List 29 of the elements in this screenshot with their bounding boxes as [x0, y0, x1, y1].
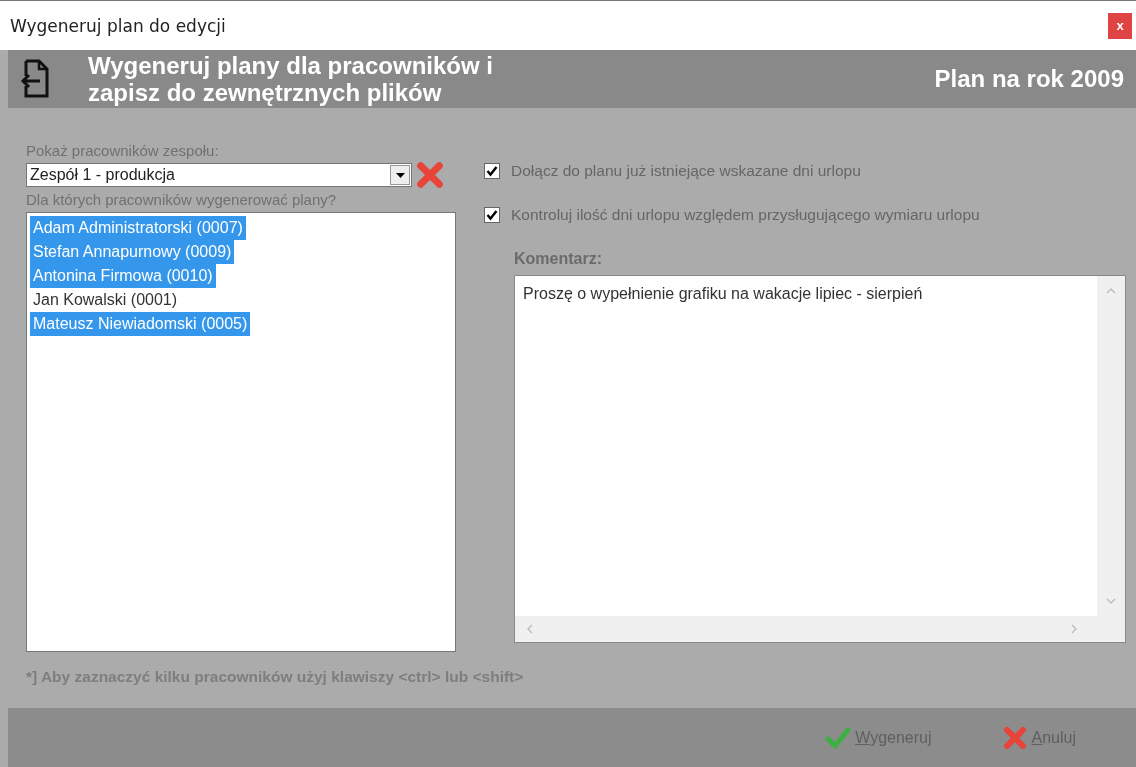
vertical-scrollbar[interactable] — [1097, 276, 1125, 616]
option-label: Kontroluj ilość dni urlopu względem przysługującego wymiaru urlopu — [511, 206, 980, 224]
employee-item[interactable]: Mateusz Niewiadomski (0005) — [30, 312, 251, 336]
window-title: Wygeneruj plan do edycji — [10, 15, 226, 36]
option-label: Dołącz do planu już istniejące wskazane dni urlopu — [511, 162, 861, 180]
scroll-left-icon[interactable] — [527, 624, 533, 634]
comment-label: Komentarz: — [514, 250, 603, 268]
horizontal-scrollbar[interactable] — [515, 616, 1125, 642]
employees-label: Dla których pracowników wygenerować plany? — [26, 191, 338, 209]
employee-item[interactable]: Adam Administratorski (0007) — [30, 216, 246, 240]
comment-field[interactable]: Proszę o wypełnienie grafiku na wakacje lipiec - sierpień — [514, 275, 1126, 643]
close-button[interactable]: x — [1108, 12, 1132, 39]
check-icon — [825, 726, 852, 749]
employee-item[interactable]: Antonina Firmowa (0010) — [30, 264, 216, 288]
scroll-down-icon[interactable] — [1106, 598, 1116, 604]
scroll-up-icon[interactable] — [1106, 288, 1116, 294]
employee-item[interactable]: Stefan Annapurnowy (0009) — [30, 240, 235, 264]
checkbox[interactable] — [484, 207, 500, 223]
team-dropdown[interactable]: Zespół 1 - produkcja — [26, 163, 412, 187]
employee-item[interactable]: Jan Kowalski (0001) — [30, 288, 181, 312]
checkbox[interactable] — [484, 163, 500, 179]
header-title: Wygeneruj plany dla pracowników i zapisz do zewnętrznych plików — [88, 52, 494, 106]
clear-icon[interactable] — [416, 161, 444, 189]
team-label: Pokaż pracowników zespołu: — [26, 142, 220, 160]
plan-year: Plan na rok 2009 — [934, 65, 1124, 93]
document-arrow-icon — [20, 59, 50, 99]
cross-icon — [1001, 725, 1028, 750]
dropdown-caret-icon — [395, 172, 405, 178]
scroll-right-icon[interactable] — [1071, 624, 1077, 634]
